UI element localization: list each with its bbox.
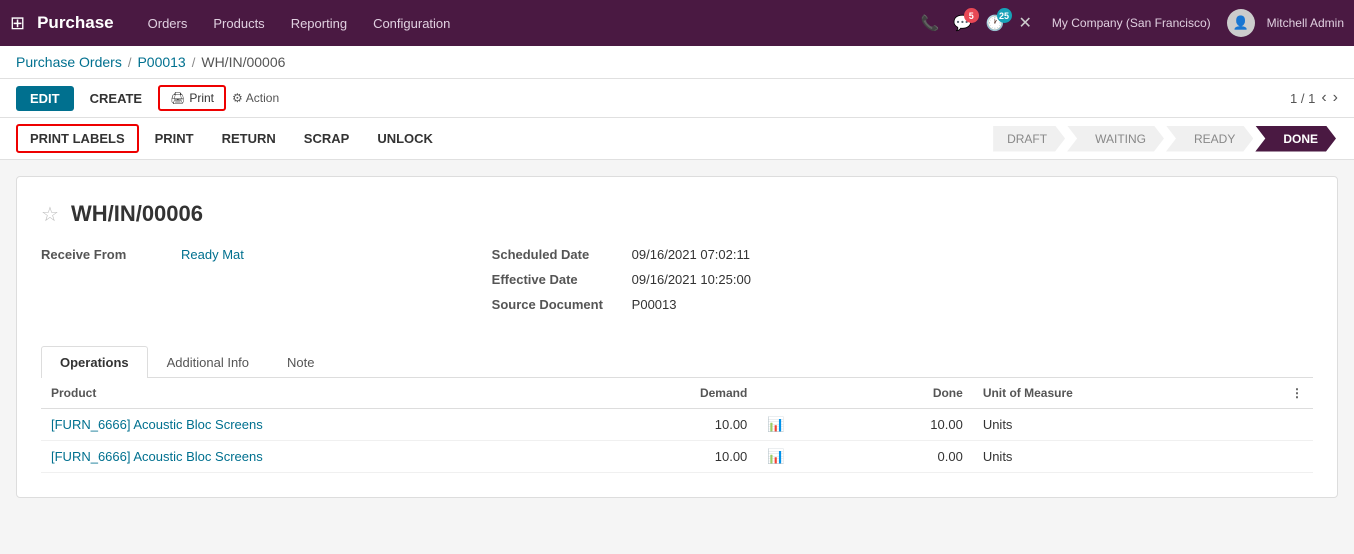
receive-from-value[interactable]: Ready Mat — [181, 247, 244, 262]
chat-badge: 5 — [964, 8, 979, 23]
scheduled-date-row: Scheduled Date 09/16/2021 07:02:11 — [492, 247, 1313, 262]
col-unit: Unit of Measure — [973, 378, 1237, 409]
main-content: ☆ WH/IN/00006 Receive From Ready Mat Sch… — [0, 160, 1354, 514]
avatar: 👤 — [1227, 9, 1255, 37]
return-button[interactable]: RETURN — [210, 126, 288, 151]
user-name: Mitchell Admin — [1267, 16, 1344, 30]
printer-icon: 🖨 — [170, 91, 185, 105]
company-name: My Company (San Francisco) — [1052, 16, 1211, 30]
pagination: 1 / 1 ‹ › — [1290, 89, 1338, 107]
breadcrumb-sep-2: / — [192, 55, 196, 70]
tab-note[interactable]: Note — [268, 346, 333, 378]
breadcrumb-current: WH/IN/00006 — [201, 54, 285, 70]
action-bar: EDIT CREATE 🖨 Print ⚙ Action 1 / 1 ‹ › — [0, 79, 1354, 118]
breadcrumb-p00013[interactable]: P00013 — [137, 54, 185, 70]
nav-orders[interactable]: Orders — [138, 12, 198, 35]
action-button[interactable]: ⚙ Action — [232, 91, 279, 105]
cell-demand: 10.00 — [596, 409, 757, 441]
document-card: ☆ WH/IN/00006 Receive From Ready Mat Sch… — [16, 176, 1338, 498]
document-title: WH/IN/00006 — [71, 201, 203, 227]
source-document-label: Source Document — [492, 297, 632, 312]
cell-product[interactable]: [FURN_6666] Acoustic Bloc Screens — [41, 409, 596, 441]
print-button[interactable]: 🖨 Print — [158, 85, 226, 111]
app-name: Purchase — [37, 13, 114, 33]
action-label: Action — [246, 91, 279, 105]
print-labels-button[interactable]: PRINT LABELS — [16, 124, 139, 153]
secondary-bar: PRINT LABELS PRINT RETURN SCRAP UNLOCK D… — [0, 118, 1354, 160]
col-done: Done — [847, 378, 973, 409]
scrap-button[interactable]: SCRAP — [292, 126, 362, 151]
col-chart — [757, 378, 847, 409]
breadcrumb-purchase-orders[interactable]: Purchase Orders — [16, 54, 122, 70]
unlock-button[interactable]: UNLOCK — [365, 126, 445, 151]
field-right: Scheduled Date 09/16/2021 07:02:11 Effec… — [492, 247, 1313, 322]
effective-date-label: Effective Date — [492, 272, 632, 287]
pagination-count: 1 / 1 — [1290, 91, 1315, 106]
table-header-row: Product Demand Done Unit of Measure ⋮ — [41, 378, 1313, 409]
print-label: Print — [189, 91, 214, 105]
tabs: Operations Additional Info Note — [41, 346, 1313, 378]
cell-chart-icon[interactable]: 📊 — [757, 409, 847, 441]
status-draft: DRAFT — [993, 126, 1065, 152]
activity-badge: 25 — [997, 8, 1012, 23]
status-done: DONE — [1255, 126, 1336, 152]
cell-product[interactable]: [FURN_6666] Acoustic Bloc Screens — [41, 441, 596, 473]
source-document-row: Source Document P00013 — [492, 297, 1313, 312]
table-row: [FURN_6666] Acoustic Bloc Screens 10.00 … — [41, 441, 1313, 473]
col-product: Product — [41, 378, 596, 409]
effective-date-row: Effective Date 09/16/2021 10:25:00 — [492, 272, 1313, 287]
tab-operations[interactable]: Operations — [41, 346, 148, 378]
chat-icon[interactable]: 💬5 — [953, 14, 972, 32]
grid-icon[interactable]: ⊞ — [10, 13, 25, 34]
activity-icon[interactable]: 🕐25 — [986, 14, 1005, 32]
cell-menu[interactable] — [1236, 409, 1313, 441]
next-button[interactable]: › — [1333, 89, 1338, 107]
close-icon[interactable]: ✕ — [1019, 13, 1032, 33]
operations-table: Product Demand Done Unit of Measure ⋮ [F… — [41, 378, 1313, 473]
print-secondary-button[interactable]: PRINT — [143, 126, 206, 151]
document-header: ☆ WH/IN/00006 — [41, 201, 1313, 227]
gear-icon: ⚙ — [232, 91, 243, 105]
nav-configuration[interactable]: Configuration — [363, 12, 460, 35]
status-ready: READY — [1166, 126, 1253, 152]
source-document-value: P00013 — [632, 297, 677, 312]
breadcrumb-sep-1: / — [128, 55, 132, 70]
cell-menu[interactable] — [1236, 441, 1313, 473]
receive-from-row: Receive From Ready Mat — [41, 247, 452, 262]
table-row: [FURN_6666] Acoustic Bloc Screens 10.00 … — [41, 409, 1313, 441]
scheduled-date-value: 09/16/2021 07:02:11 — [632, 247, 750, 262]
receive-from-label: Receive From — [41, 247, 181, 262]
effective-date-value: 09/16/2021 10:25:00 — [632, 272, 751, 287]
field-left: Receive From Ready Mat — [41, 247, 452, 322]
nav-products[interactable]: Products — [203, 12, 274, 35]
create-button[interactable]: CREATE — [80, 86, 152, 111]
cell-done: 10.00 — [847, 409, 973, 441]
scheduled-date-label: Scheduled Date — [492, 247, 632, 262]
cell-unit: Units — [973, 441, 1237, 473]
status-waiting: WAITING — [1067, 126, 1164, 152]
top-navigation: ⊞ Purchase Orders Products Reporting Con… — [0, 0, 1354, 46]
prev-button[interactable]: ‹ — [1321, 89, 1326, 107]
edit-button[interactable]: EDIT — [16, 86, 74, 111]
cell-demand: 10.00 — [596, 441, 757, 473]
nav-reporting[interactable]: Reporting — [281, 12, 357, 35]
cell-chart-icon[interactable]: 📊 — [757, 441, 847, 473]
cell-done: 0.00 — [847, 441, 973, 473]
fields-section: Receive From Ready Mat Scheduled Date 09… — [41, 247, 1313, 322]
col-demand: Demand — [596, 378, 757, 409]
cell-unit: Units — [973, 409, 1237, 441]
favorite-star-icon[interactable]: ☆ — [41, 202, 59, 227]
col-menu-header: ⋮ — [1236, 378, 1313, 409]
phone-icon[interactable]: 📞 — [920, 14, 939, 32]
tab-additional-info[interactable]: Additional Info — [148, 346, 268, 378]
breadcrumb: Purchase Orders / P00013 / WH/IN/00006 — [0, 46, 1354, 79]
status-pipeline: DRAFT WAITING READY DONE — [993, 126, 1338, 152]
